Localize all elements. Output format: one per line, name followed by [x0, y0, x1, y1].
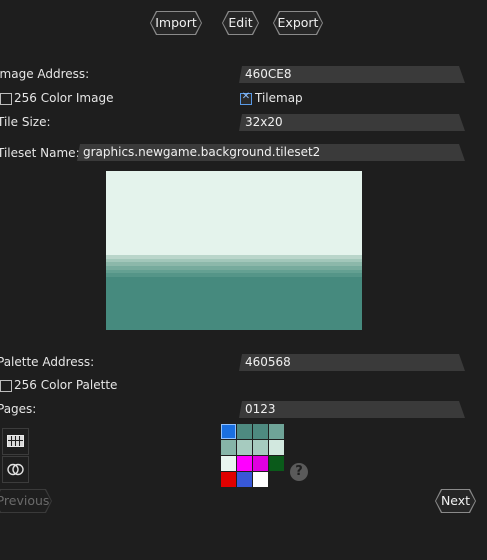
next-label: Next: [436, 490, 475, 512]
preview-sky: [106, 171, 362, 255]
pages-label: Pages:: [0, 402, 37, 416]
palette-swatch[interactable]: [269, 456, 284, 471]
palette-address-field[interactable]: 460568: [239, 354, 465, 371]
preview-sea: [106, 277, 362, 330]
palette-swatch[interactable]: [269, 424, 284, 439]
export-label: Export: [274, 12, 322, 34]
palette-grid: [221, 424, 287, 490]
palette-swatch[interactable]: [221, 440, 236, 455]
tilemap-checkbox[interactable]: [240, 91, 252, 105]
edit-button[interactable]: Edit: [222, 11, 259, 35]
palette-swatch[interactable]: [237, 440, 252, 455]
export-button[interactable]: Export: [273, 11, 323, 35]
tileset-name-field[interactable]: graphics.newgame.background.tileset2: [77, 144, 465, 161]
tile-size-field[interactable]: 32x20: [239, 114, 465, 131]
image-address-field[interactable]: 460CE8: [239, 66, 465, 83]
palette-swatch[interactable]: [269, 472, 284, 487]
previous-button[interactable]: Previous: [0, 489, 52, 513]
tile-grid-icon: [7, 435, 24, 447]
palette-swatch[interactable]: [253, 440, 268, 455]
overlap-tool-button[interactable]: [2, 456, 29, 483]
palette-swatch[interactable]: [237, 424, 252, 439]
palette-swatch[interactable]: [221, 472, 236, 487]
import-label: Import: [151, 12, 201, 34]
image-address-label: Image Address:: [0, 67, 90, 81]
palette-swatch[interactable]: [253, 472, 268, 487]
palette-swatch[interactable]: [253, 424, 268, 439]
tile-grid-tool-button[interactable]: [2, 428, 29, 455]
tileset-name-label: Tileset Name:: [0, 146, 80, 160]
color256-image-checkbox[interactable]: [0, 93, 12, 105]
palette-swatch[interactable]: [237, 472, 252, 487]
tilemap-label: Tilemap: [255, 91, 303, 105]
palette-swatch[interactable]: [269, 440, 284, 455]
next-button[interactable]: Next: [435, 489, 476, 513]
palette-address-label: Palette Address:: [0, 355, 95, 369]
previous-label: Previous: [0, 490, 51, 512]
tile-size-label: Tile Size:: [0, 115, 51, 129]
help-icon[interactable]: ?: [290, 463, 308, 481]
edit-label: Edit: [223, 12, 258, 34]
palette-swatch[interactable]: [221, 424, 236, 439]
preview-horizon-bands: [106, 255, 362, 278]
color256-palette-label: 256 Color Palette: [14, 378, 118, 392]
color256-palette-checkbox[interactable]: [0, 380, 12, 392]
pages-field[interactable]: 0123: [239, 401, 465, 418]
palette-swatch[interactable]: [237, 456, 252, 471]
import-button[interactable]: Import: [150, 11, 202, 35]
color256-image-label: 256 Color Image: [14, 91, 114, 105]
overlap-circles-icon: [7, 463, 24, 476]
tileset-preview-image[interactable]: [106, 171, 362, 330]
palette-swatch[interactable]: [253, 456, 268, 471]
palette-swatch[interactable]: [221, 456, 236, 471]
